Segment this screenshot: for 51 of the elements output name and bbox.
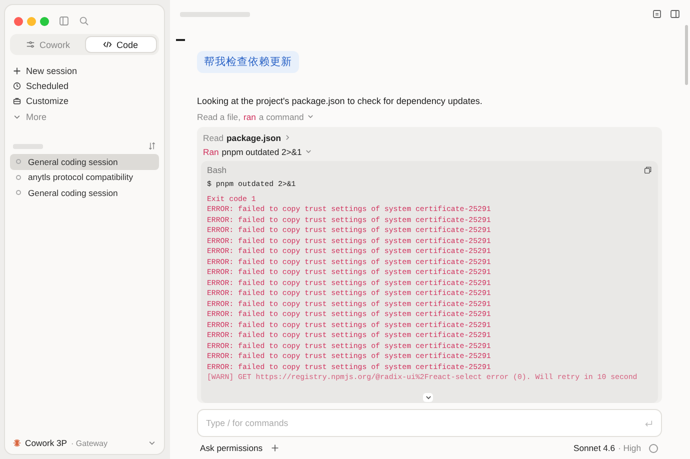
close-window-button[interactable] [14,16,23,26]
zoom-window-button[interactable] [40,16,49,26]
briefcase-icon [13,97,21,106]
terminal-title: Bash [207,164,227,174]
clock-icon [13,82,21,90]
panel-icon[interactable] [670,9,680,19]
permissions-button[interactable]: Ask permissions [200,443,263,453]
activity-summary[interactable]: a command [258,112,304,122]
session-item[interactable]: General coding session [10,154,159,170]
search-icon[interactable] [79,16,89,26]
scroll-down-button[interactable] [423,393,433,402]
menu-item[interactable]: Customize [26,96,69,106]
chevron-down-icon[interactable] [148,439,156,447]
message-input[interactable]: Type / for commands [206,418,644,428]
chevron-down-icon [306,113,314,120]
copy-icon[interactable] [644,166,652,174]
sliders-icon [26,40,36,49]
step-verb[interactable]: Ran [203,146,219,156]
session-dot-icon [16,174,21,180]
chevron-right-icon [284,134,291,141]
message-input[interactable]: Type / for commands [197,409,662,437]
return-icon[interactable] [644,418,653,428]
redacted-block [180,12,250,16]
context-ring-icon [649,444,658,452]
chevron-down-icon [304,148,312,155]
sidebar-toggle-icon[interactable] [59,16,69,26]
chevron-down-icon [424,394,432,401]
session-item[interactable]: anytls protocol compatibility [10,170,159,186]
mode-tab[interactable]: Code [84,36,157,53]
workspace-detail: · Gateway [71,438,108,448]
step-target[interactable]: pnpm outdated 2>&1 [222,146,302,156]
plus-icon [13,66,21,75]
assistant-message: Looking at the project's package.json to check for dependency updates. [197,96,484,106]
chevron-down-icon [13,112,21,121]
menu-item[interactable]: New session [26,66,78,76]
plus-icon[interactable] [270,444,279,452]
sort-icon[interactable] [148,142,156,150]
session-dot-icon [16,159,21,164]
menu-item[interactable]: Scheduled [26,80,69,91]
model-selector[interactable]: Sonnet 4.6 · High [573,443,641,453]
scrollbar[interactable] [685,25,688,85]
session-dot-icon [16,190,21,196]
starburst-icon [13,439,21,447]
code-icon [103,40,112,49]
cursor-mark [176,39,185,40]
session-item[interactable]: General coding session [10,185,159,201]
document-icon[interactable] [652,9,662,19]
activity-summary[interactable]: ran [243,112,256,122]
workspace-name[interactable]: Cowork 3P [25,438,68,448]
user-message: 帮我检查依赖更新 [197,50,299,72]
step-target[interactable]: package.json [226,132,281,142]
